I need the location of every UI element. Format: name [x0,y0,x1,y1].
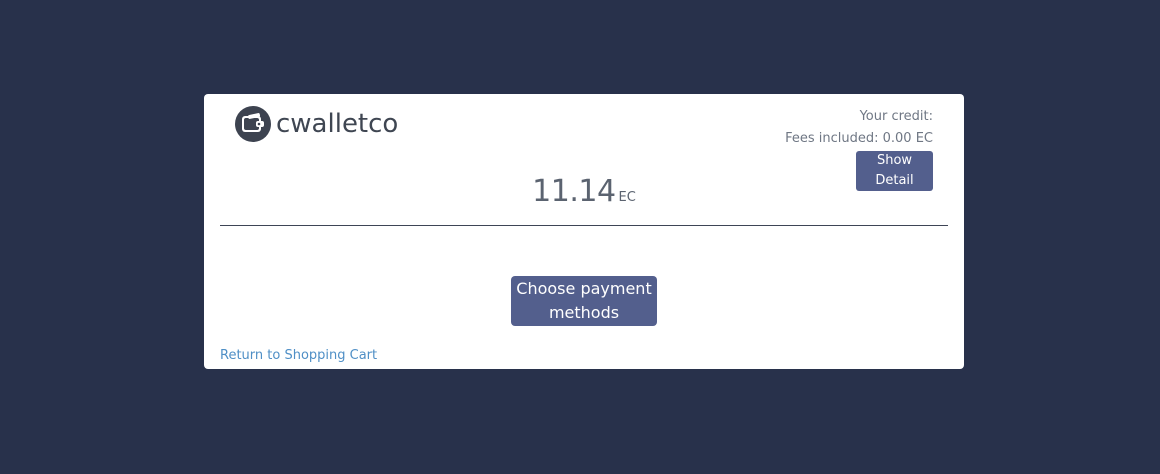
amount-unit: EC [618,190,636,205]
return-to-cart-link[interactable]: Return to Shopping Cart [220,348,377,363]
fees-text: Fees included: 0.00 EC [785,131,933,146]
divider [220,225,948,226]
payment-button-line2: methods [548,303,620,322]
brand-logo: cwalletco [234,104,398,144]
amount-display: 11.14 EC [204,174,964,209]
credit-label: Your credit: [859,109,933,124]
wallet-icon [235,106,271,142]
amount-value: 11.14 [532,174,616,209]
brand-name: cwalletco [276,109,399,139]
checkout-card: cwalletco Your credit: Fees included: 0.… [204,94,964,369]
choose-payment-methods-button[interactable]: Choose payment methods [511,276,657,326]
payment-button-line1: Choose payment [516,279,652,298]
